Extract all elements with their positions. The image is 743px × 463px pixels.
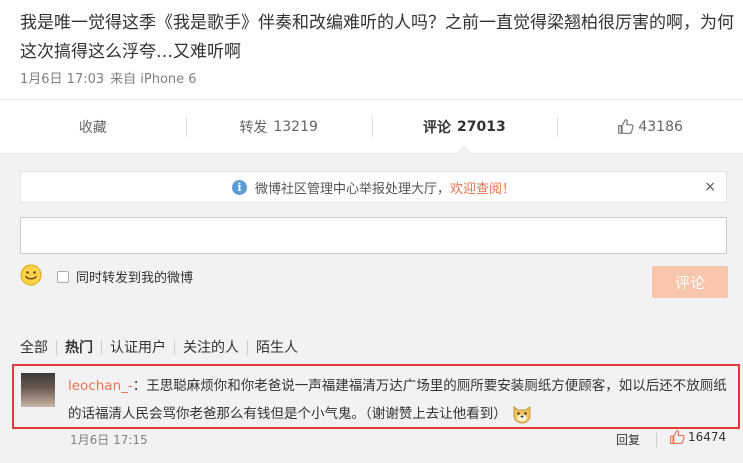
repost-count: 13219: [273, 118, 318, 135]
comment-panel: i 微博社区管理中心举报处理大厅， 欢迎查阅！ × 同时转发到我的微博 评论 全…: [0, 154, 743, 463]
repost-label: 转发: [239, 119, 268, 136]
repost-button[interactable]: 转发 13219: [185, 100, 372, 153]
favorite-button[interactable]: 收藏: [0, 100, 186, 153]
comment-count: 27013: [457, 118, 506, 135]
forward-label[interactable]: 同时转发到我的微博: [76, 267, 193, 286]
post-meta: 1月6日 17:03 来自 iPhone 6: [20, 68, 197, 87]
filter-all[interactable]: 全部: [20, 337, 56, 357]
filter-verified[interactable]: 认证用户: [102, 337, 174, 357]
post-text: 我是唯一觉得这季《我是歌手》伴奏和改编难听的人吗？之前一直觉得梁翘柏很厉害的啊，…: [20, 13, 734, 62]
info-icon: i: [231, 179, 247, 195]
favorite-label: 收藏: [78, 119, 107, 136]
comment-tab-button[interactable]: 评论 27013: [371, 100, 558, 154]
dog-emoji-icon: [513, 406, 531, 424]
reply-button[interactable]: 回复: [616, 431, 640, 448]
comment-time: 1月6日 17:15: [70, 433, 148, 447]
like-button[interactable]: 43186: [557, 100, 743, 153]
notice-text: 微博社区管理中心举报处理大厅，: [254, 181, 450, 197]
avatar[interactable]: [21, 373, 55, 407]
filter-following[interactable]: 关注的人: [175, 337, 247, 357]
filter-strangers[interactable]: 陌生人: [248, 337, 306, 357]
post-source[interactable]: 来自 iPhone 6: [110, 68, 196, 87]
notice-bar: i 微博社区管理中心举报处理大厅， 欢迎查阅！ ×: [20, 171, 727, 203]
post-time[interactable]: 1月6日 17:03: [20, 68, 104, 87]
action-bar: 收藏 转发 13219 评论 27013 43186: [0, 99, 743, 154]
thumbs-up-icon: [670, 430, 685, 444]
smile-icon[interactable]: [20, 264, 42, 286]
active-caret: [456, 146, 473, 154]
comment-username[interactable]: leochan_-: [68, 378, 133, 394]
comment-body: leochan_-：王思聪麻烦你和你老爸说一声福建福清万达广场里的厕所要安装厕纸…: [68, 372, 728, 428]
submit-comment-button[interactable]: 评论: [652, 266, 728, 298]
comment-like-button[interactable]: 16474: [669, 429, 726, 445]
comment-filters: 全部 热门 认证用户 关注的人 陌生人: [20, 337, 306, 357]
thumbs-up-icon: [618, 119, 634, 134]
comment-text: ：王思聪麻烦你和你老爸说一声福建福清万达广场里的厕所要安装厕纸方便顾客，如以后还…: [68, 378, 727, 422]
forward-checkbox[interactable]: [57, 271, 69, 283]
notice-link[interactable]: 欢迎查阅！: [450, 178, 515, 197]
close-icon[interactable]: ×: [704, 179, 716, 195]
filter-hot[interactable]: 热门: [57, 337, 101, 357]
comment-input[interactable]: [20, 217, 727, 254]
reply-divider: [656, 433, 657, 447]
like-count: 43186: [638, 118, 683, 135]
comment-tab-label: 评论: [423, 119, 452, 136]
highlighted-comment: leochan_-：王思聪麻烦你和你老爸说一声福建福清万达广场里的厕所要安装厕纸…: [12, 364, 740, 429]
comment-like-count: 16474: [688, 430, 727, 444]
